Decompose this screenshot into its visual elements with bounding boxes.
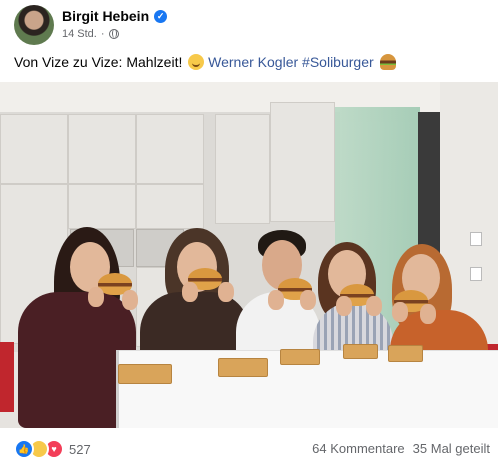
hand <box>392 302 408 322</box>
like-icon: 👍 <box>14 439 34 459</box>
burger-box <box>218 358 268 377</box>
smiling-face-icon <box>188 54 205 70</box>
post-timestamp[interactable]: 14 Std. <box>62 28 97 40</box>
cabinet <box>215 114 270 224</box>
light-switch <box>470 232 482 246</box>
post-photo[interactable] <box>0 82 498 428</box>
cabinet <box>136 114 204 184</box>
hand <box>88 287 104 307</box>
burger-icon <box>379 54 396 70</box>
author-row: Birgit Hebein ✓ <box>62 8 168 24</box>
cabinet <box>68 114 136 184</box>
hand <box>268 290 284 310</box>
post-meta: 14 Std. · <box>62 28 119 40</box>
hand <box>218 282 234 302</box>
cabinet <box>136 184 204 229</box>
hand <box>182 282 198 302</box>
hand <box>300 290 316 310</box>
post-text: Von Vize zu Vize: Mahlzeit! Werner Kogle… <box>14 52 396 72</box>
post-text-main: Von Vize zu Vize: Mahlzeit! <box>14 54 183 70</box>
burger-box <box>118 364 172 384</box>
cabinet <box>0 114 68 184</box>
reactions-summary[interactable]: 👍 ♥ 527 <box>14 439 91 459</box>
table-edge <box>116 350 119 428</box>
reaction-count[interactable]: 527 <box>69 442 91 457</box>
burger-box <box>343 344 378 359</box>
cabinet <box>270 102 335 222</box>
burger-box <box>388 345 423 362</box>
verified-badge-icon: ✓ <box>154 9 168 23</box>
cabinet <box>68 184 136 229</box>
post-stats: 64 Kommentare 35 Mal geteilt <box>312 441 490 456</box>
shares-count[interactable]: 35 Mal geteilt <box>413 441 490 456</box>
meta-separator: · <box>100 28 105 40</box>
burger-box <box>280 349 320 365</box>
author-avatar[interactable] <box>14 5 54 45</box>
hand <box>420 304 436 324</box>
light-switch <box>470 267 482 281</box>
hand <box>366 296 382 316</box>
post-header: Birgit Hebein ✓ 14 Std. · <box>0 0 498 50</box>
author-name[interactable]: Birgit Hebein <box>62 8 149 24</box>
hand <box>336 296 352 316</box>
red-chair <box>0 342 14 412</box>
post-footer: 👍 ♥ 527 64 Kommentare 35 Mal geteilt <box>0 428 498 464</box>
comments-count[interactable]: 64 Kommentare <box>312 441 405 456</box>
mention-link[interactable]: Werner Kogler <box>208 54 298 70</box>
hand <box>122 290 138 310</box>
hashtag-link[interactable]: #Soliburger <box>302 54 374 70</box>
globe-icon <box>108 29 119 39</box>
